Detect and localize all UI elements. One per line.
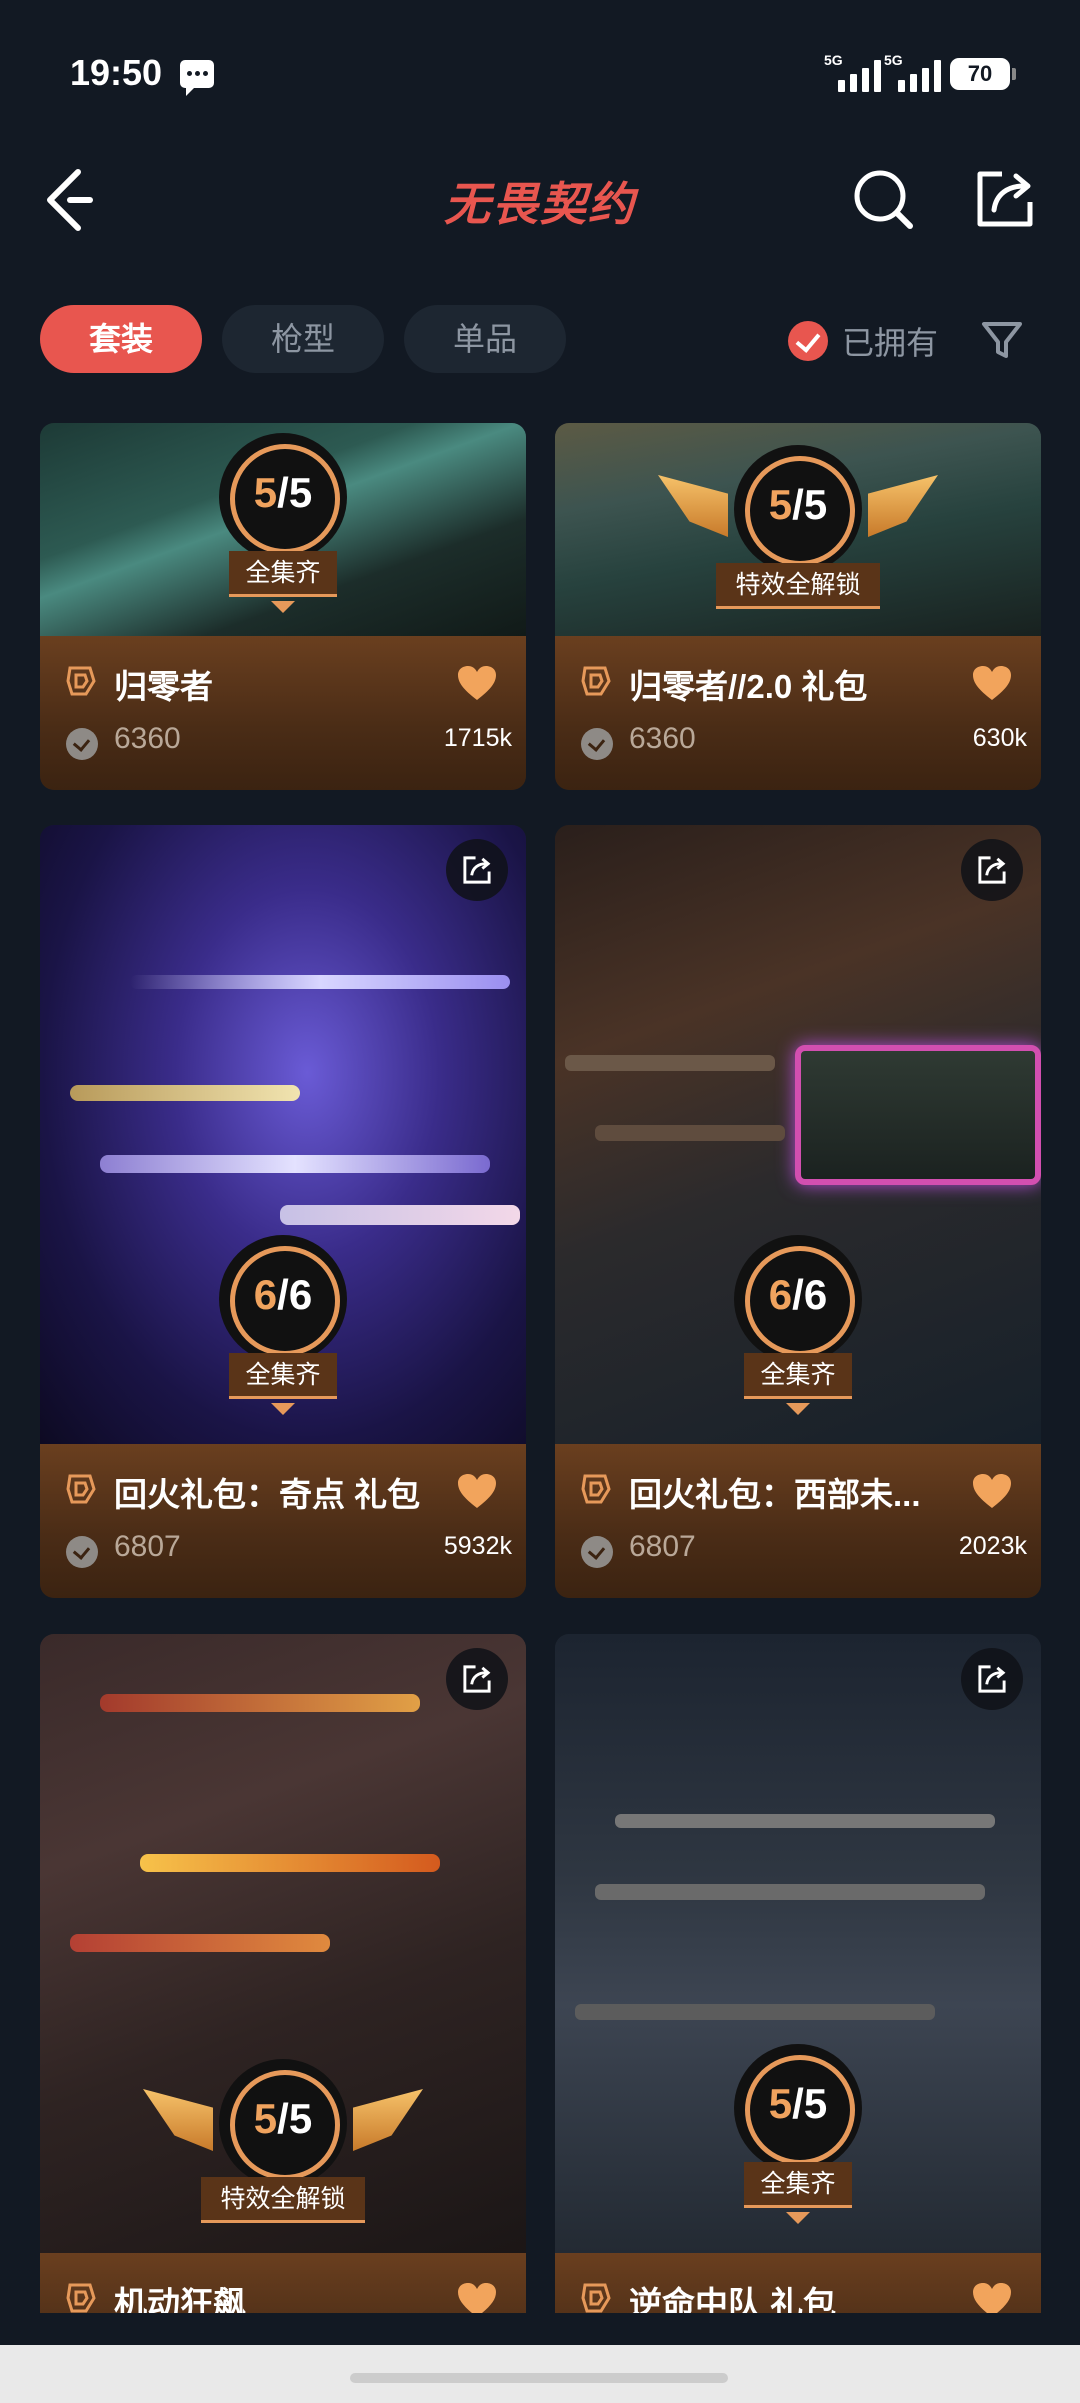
heart-icon[interactable]: [456, 2281, 498, 2313]
message-icon: [180, 60, 214, 96]
collection-badge: 5/5 全集齐: [698, 2044, 898, 2244]
card-info: 机动狂飙: [40, 2253, 526, 2313]
bundle-card[interactable]: 5/5 特效全解锁 机动狂飙: [40, 1634, 526, 2313]
search-button[interactable]: [850, 166, 916, 232]
bundle-card[interactable]: 6/6 全集齐 回火礼包：奇点 礼包 6807 5932k: [40, 825, 526, 1598]
heart-icon[interactable]: [456, 664, 498, 702]
like-count: 5932k: [443, 1532, 512, 1560]
collection-badge: 6/6 全集齐: [698, 1235, 898, 1435]
progress-label: 5/5: [768, 2080, 828, 2127]
bundle-name: 回火礼包：西部未...: [629, 1476, 921, 1513]
collection-badge: 6/6 全集齐: [183, 1235, 383, 1435]
share-icon: [977, 171, 1033, 227]
share-button[interactable]: [961, 1648, 1023, 1710]
bundle-name: 归零者//2.0 礼包: [629, 668, 868, 705]
share-button[interactable]: [961, 839, 1023, 901]
heart-icon[interactable]: [456, 1472, 498, 1510]
bundle-name: 机动狂飙: [114, 2285, 246, 2313]
tab-bundle[interactable]: 套装: [40, 305, 202, 373]
category-tabs: 套装 枪型 单品: [40, 305, 566, 373]
progress-label: 6/6: [253, 1271, 313, 1318]
status-label: 全集齐: [744, 1353, 852, 1399]
bundle-card[interactable]: 5/5 全集齐 归零者 6360 1715k: [40, 423, 526, 790]
bundle-card[interactable]: 5/5 全集齐 逆命中队 礼包: [555, 1634, 1041, 2313]
collection-badge: 5/5 特效全解锁: [658, 445, 938, 645]
card-info: 逆命中队 礼包: [555, 2253, 1041, 2313]
rank-icon: [581, 2283, 611, 2313]
search-icon: [854, 170, 913, 229]
share-icon: [978, 856, 1006, 884]
rank-icon: [581, 666, 611, 696]
bundle-name: 归零者: [114, 668, 213, 705]
status-label: 特效全解锁: [716, 563, 880, 609]
bundle-price: 6360: [114, 722, 181, 755]
status-bar: 19:50 5G 5G 70: [0, 0, 1080, 140]
bundle-name: 回火礼包：奇点 礼包: [114, 1476, 421, 1513]
status-label: 全集齐: [229, 551, 337, 597]
status-time: 19:50: [70, 52, 163, 93]
status-label: 全集齐: [744, 2162, 852, 2208]
share-button[interactable]: [972, 166, 1038, 232]
share-button[interactable]: [446, 1648, 508, 1710]
share-icon: [463, 856, 491, 884]
bundle-price: 6807: [114, 1530, 181, 1563]
owned-label: 已拥有: [842, 325, 939, 361]
vp-currency-icon: [581, 1536, 613, 1568]
share-icon: [978, 1665, 1006, 1693]
home-indicator[interactable]: [350, 2373, 728, 2383]
bundle-name: 逆命中队 礼包: [629, 2285, 837, 2313]
card-info: 归零者 6360 1715k: [40, 636, 526, 790]
rank-icon: [66, 666, 96, 696]
vp-currency-icon: [581, 728, 613, 760]
card-info: 回火礼包：西部未... 6807 2023k: [555, 1444, 1041, 1598]
like-count: 2023k: [958, 1532, 1027, 1560]
check-icon: [788, 321, 828, 361]
tab-gun-type[interactable]: 枪型: [222, 305, 384, 373]
status-label: 特效全解锁: [201, 2177, 365, 2223]
heart-icon[interactable]: [971, 1472, 1013, 1510]
bundle-grid: 5/5 全集齐 归零者 6360 1715k 5/5 特效全解锁 归零者//2.…: [0, 423, 1080, 2313]
collection-badge: 5/5 全集齐: [183, 433, 383, 633]
share-button[interactable]: [446, 839, 508, 901]
card-info: 归零者//2.0 礼包 6360 630k: [555, 636, 1041, 790]
vp-currency-icon: [66, 728, 98, 760]
progress-label: 6/6: [768, 1271, 828, 1318]
progress-label: 5/5: [253, 469, 313, 516]
bundle-card[interactable]: 5/5 特效全解锁 归零者//2.0 礼包 6360 630k: [555, 423, 1041, 790]
card-info: 回火礼包：奇点 礼包 6807 5932k: [40, 1444, 526, 1598]
filter-button[interactable]: [980, 318, 1024, 362]
rank-icon: [581, 1474, 611, 1504]
app-header: 无畏契约: [0, 140, 1080, 260]
like-count: 1715k: [443, 724, 512, 752]
share-icon: [463, 1665, 491, 1693]
like-count: 630k: [972, 724, 1027, 752]
progress-label: 5/5: [253, 2095, 313, 2142]
bundle-price: 6807: [629, 1530, 696, 1563]
collection-badge: 5/5 特效全解锁: [143, 2059, 423, 2259]
tab-single-item[interactable]: 单品: [404, 305, 566, 373]
page-title: 无畏契约: [444, 178, 636, 230]
rank-icon: [66, 2283, 96, 2313]
signal-icon-1: 5G: [824, 52, 881, 92]
battery-icon: 70: [950, 58, 1016, 90]
vp-currency-icon: [66, 1536, 98, 1568]
funnel-icon: [982, 322, 1022, 358]
progress-label: 5/5: [768, 481, 828, 528]
bundle-card[interactable]: 6/6 全集齐 回火礼包：西部未... 6807 2023k: [555, 825, 1041, 1598]
rank-icon: [66, 1474, 96, 1504]
status-label: 全集齐: [229, 1353, 337, 1399]
bundle-price: 6360: [629, 722, 696, 755]
heart-icon[interactable]: [971, 664, 1013, 702]
owned-toggle[interactable]: 已拥有: [788, 318, 938, 364]
signal-icon-2: 5G: [884, 52, 941, 92]
heart-icon[interactable]: [971, 2281, 1013, 2313]
